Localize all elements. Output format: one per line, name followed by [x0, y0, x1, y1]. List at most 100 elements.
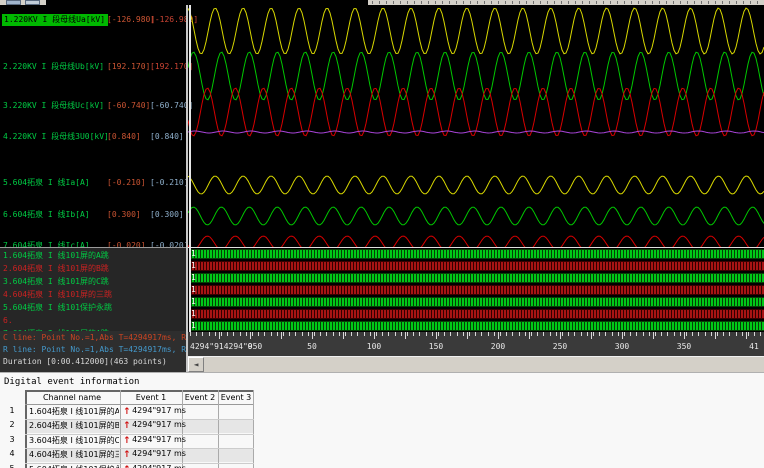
- axis-minor-tick: [289, 332, 290, 336]
- time-cursor-line[interactable]: [189, 5, 191, 332]
- axis-major-tick: [436, 332, 437, 339]
- ruler-tick: [638, 1, 639, 4]
- digital-channel-row[interactable]: 4.604拓泉 I 线101屏的三跳: [3, 289, 185, 301]
- axis-minor-tick: [587, 332, 588, 336]
- ruler-tick: [757, 1, 758, 4]
- ruler-tick: [596, 1, 597, 4]
- analog-channel-row[interactable]: 5.604拓泉 I 线Ia[A] [-0.210] [-0.210]: [0, 177, 189, 189]
- axis-minor-tick: [581, 332, 582, 336]
- ruler-tick: [463, 1, 464, 4]
- axis-major-tick: [591, 332, 592, 339]
- duration-status: Duration [0:00.412000](463 points): [3, 357, 167, 366]
- axis-major-tick: [622, 332, 623, 339]
- cursor-c-status: C line: Point No.=1,Abs T=4294917ms, Rel…: [3, 333, 186, 342]
- table-gridline: [120, 390, 121, 468]
- axis-minor-tick: [388, 332, 389, 336]
- axis-minor-tick: [680, 332, 681, 336]
- axis-minor-tick: [729, 332, 730, 336]
- axis-minor-tick: [196, 332, 197, 336]
- event-time: 4294"917 ms: [128, 464, 190, 468]
- digital-state-bar[interactable]: 1: [189, 273, 764, 283]
- axis-minor-tick: [742, 332, 743, 336]
- analog-channel-value-1: [-0.210]: [107, 178, 146, 187]
- analog-channel-row[interactable]: 6.604拓泉 I 线Ib[A] [0.300] [0.300]: [0, 209, 186, 221]
- horizontal-scrollbar[interactable]: ◄: [188, 356, 764, 372]
- ruler-tick: [505, 1, 506, 4]
- axis-minor-tick: [283, 332, 284, 336]
- ruler-tick: [407, 1, 408, 4]
- axis-minor-tick: [537, 332, 538, 336]
- axis-minor-tick: [760, 332, 761, 336]
- digital-channel-row[interactable]: 6.: [3, 315, 185, 327]
- waveform-trace-6: [188, 206, 764, 226]
- analog-channel-row[interactable]: 2.220KV I 段母线Ub[kV] [192.170] [192.170]: [0, 61, 193, 73]
- axis-minor-tick: [401, 332, 402, 336]
- ruler-tick: [526, 1, 527, 4]
- digital-channel-row[interactable]: 2.604拓泉 I 线101屏的B跳: [3, 263, 185, 275]
- oscillograph-viewer-window: 1.220KV I 段母线Ua[kV] [-126.980] [-126.980] 2…: [0, 0, 764, 468]
- axis-minor-tick: [357, 332, 358, 336]
- analog-channel-row[interactable]: 3.220KV I 段母线Uc[kV] [-60.740] [-60.740]: [0, 100, 193, 112]
- ruler-tick: [603, 1, 604, 4]
- axis-minor-tick: [419, 332, 420, 336]
- scroll-left-icon[interactable]: ◄: [188, 357, 204, 372]
- ruler-tick: [575, 1, 576, 4]
- ruler-tick: [428, 1, 429, 4]
- analog-channel-value-1: [-60.740]: [107, 101, 151, 110]
- analog-channel-row[interactable]: 1.220KV I 段母线Ua[kV] [-126.980] [-126.980]: [0, 14, 198, 26]
- axis-minor-tick: [705, 332, 706, 336]
- digital-state-bar[interactable]: 1: [189, 297, 764, 307]
- ruler-tick: [386, 1, 387, 4]
- axis-major-tick: [374, 332, 375, 339]
- digital-state-value: 1: [191, 309, 196, 318]
- axis-minor-tick: [351, 332, 352, 336]
- digital-channel-row[interactable]: 1.604拓泉 I 线101屏的A跳: [3, 250, 185, 262]
- axis-minor-tick: [339, 332, 340, 336]
- table-gridline: [25, 390, 254, 392]
- ruler-tick: [484, 1, 485, 4]
- ruler-tick: [659, 1, 660, 4]
- digital-channel-row[interactable]: 3.604拓泉 I 线101屏的C跳: [3, 276, 185, 288]
- table-row-number: 5: [4, 464, 20, 468]
- ruler-tick: [498, 1, 499, 4]
- axis-minor-tick: [314, 332, 315, 336]
- axis-major-tick: [343, 332, 344, 339]
- digital-channel-row[interactable]: 5.604拓泉 I 线101保护永跳: [3, 302, 185, 314]
- digital-event-section: Digital event information Channel name Ev…: [0, 372, 764, 468]
- ruler-tick: [449, 1, 450, 4]
- waveform-trace-3: [188, 87, 764, 137]
- axis-minor-tick: [674, 332, 675, 336]
- digital-state-bar[interactable]: 1: [189, 249, 764, 259]
- digital-state-bar[interactable]: 1: [189, 309, 764, 319]
- digital-state-bar[interactable]: 1: [189, 261, 764, 271]
- waveform-trace-5: [188, 175, 764, 195]
- ruler-tick: [666, 1, 667, 4]
- ruler-tick: [736, 1, 737, 4]
- analog-channel-name: 3.220KV I 段母线Uc[kV]: [3, 101, 105, 110]
- axis-minor-tick: [240, 332, 241, 336]
- table-header: Event 3: [220, 393, 252, 402]
- ruler-tick: [435, 1, 436, 4]
- axis-minor-tick: [432, 332, 433, 336]
- axis-major-tick: [529, 332, 530, 339]
- waveform-trace-2: [188, 51, 764, 101]
- event-channel-name: 4.604拓泉 I 线101屏的三跳: [29, 450, 119, 460]
- axis-minor-tick: [605, 332, 606, 336]
- event-time: 4294"917 ms: [132, 434, 186, 444]
- axis-minor-tick: [612, 332, 613, 336]
- ruler-tick: [477, 1, 478, 4]
- ruler-tick: [547, 1, 548, 4]
- analog-digital-separator: [188, 247, 764, 248]
- section-title: Digital event information: [4, 377, 140, 387]
- axis-major-tick: [684, 332, 685, 339]
- axis-tick-label: 50: [307, 342, 317, 351]
- digital-state-value: 1: [191, 321, 196, 330]
- table-header: Channel name: [42, 393, 102, 402]
- digital-state-value: 1: [191, 285, 196, 294]
- digital-state-bar[interactable]: 1: [189, 285, 764, 295]
- digital-state-bar[interactable]: 1: [189, 321, 764, 331]
- ruler-tick: [631, 1, 632, 4]
- analog-channel-row[interactable]: 4.220KV I 段母线3U0[kV] [0.840] [0.840]: [0, 131, 186, 143]
- ruler-tick: [743, 1, 744, 4]
- axis-minor-tick: [302, 332, 303, 336]
